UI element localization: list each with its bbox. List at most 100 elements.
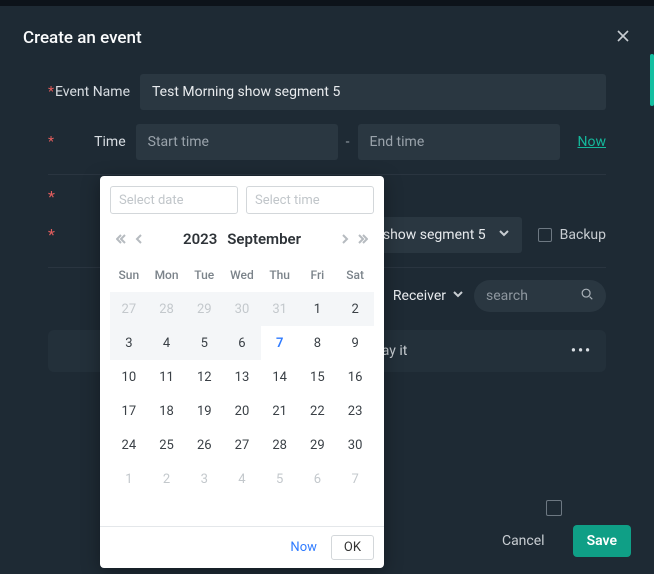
dp-day[interactable]: 5 bbox=[261, 462, 299, 496]
save-button[interactable]: Save bbox=[573, 525, 631, 557]
dp-day[interactable]: 19 bbox=[185, 394, 223, 428]
dp-day[interactable]: 28 bbox=[148, 292, 186, 326]
dp-day[interactable]: 21 bbox=[261, 394, 299, 428]
dp-day[interactable]: 29 bbox=[185, 292, 223, 326]
dp-year[interactable]: 2023 bbox=[183, 230, 217, 248]
receiver-controls: Receiver search bbox=[393, 280, 606, 312]
dp-day[interactable]: 31 bbox=[261, 292, 299, 326]
cancel-button[interactable]: Cancel bbox=[492, 526, 555, 556]
dp-day[interactable]: 26 bbox=[185, 428, 223, 462]
dp-day[interactable]: 18 bbox=[148, 394, 186, 428]
dp-day[interactable]: 22 bbox=[299, 394, 337, 428]
dp-weekday: Wed bbox=[223, 262, 261, 292]
required-marker bbox=[48, 187, 94, 207]
dp-calendar: SunMonTueWedThuFriSat 272829303112345678… bbox=[100, 254, 384, 526]
time-input-group: - Now bbox=[136, 124, 606, 160]
backup-label: Backup bbox=[560, 227, 606, 243]
dp-ok-button[interactable]: OK bbox=[331, 535, 374, 560]
dp-nav-prev bbox=[114, 232, 146, 246]
dp-day[interactable]: 7 bbox=[336, 462, 374, 496]
prev-month-button[interactable] bbox=[132, 232, 146, 246]
dp-day[interactable]: 6 bbox=[223, 326, 261, 360]
dp-day[interactable]: 30 bbox=[336, 428, 374, 462]
dp-nav: 2023 September bbox=[100, 220, 384, 254]
divider bbox=[48, 174, 606, 175]
dp-weekday: Fri bbox=[299, 262, 337, 292]
dp-day[interactable]: 20 bbox=[223, 394, 261, 428]
dp-day[interactable]: 30 bbox=[223, 292, 261, 326]
receiver-label-text: Receiver bbox=[393, 288, 446, 304]
dp-table: SunMonTueWedThuFriSat 272829303112345678… bbox=[110, 262, 374, 496]
dp-day[interactable]: 27 bbox=[223, 428, 261, 462]
next-year-button[interactable] bbox=[356, 232, 370, 246]
end-time-input[interactable] bbox=[358, 124, 560, 160]
chevron-left-icon bbox=[134, 234, 144, 244]
dp-title: 2023 September bbox=[183, 230, 301, 248]
dp-day[interactable]: 7 bbox=[261, 326, 299, 360]
chevron-right-icon bbox=[340, 234, 350, 244]
dp-day[interactable]: 4 bbox=[148, 326, 186, 360]
dp-day[interactable]: 23 bbox=[336, 394, 374, 428]
dp-day[interactable]: 17 bbox=[110, 394, 148, 428]
chevron-double-left-icon bbox=[116, 234, 126, 244]
dp-day[interactable]: 15 bbox=[299, 360, 337, 394]
dp-day[interactable]: 4 bbox=[223, 462, 261, 496]
dp-day[interactable]: 10 bbox=[110, 360, 148, 394]
dp-day[interactable]: 2 bbox=[148, 462, 186, 496]
dp-day[interactable]: 14 bbox=[261, 360, 299, 394]
dp-day[interactable]: 16 bbox=[336, 360, 374, 394]
receiver-search[interactable]: search bbox=[474, 280, 606, 312]
dp-input-row bbox=[100, 176, 384, 220]
dp-day[interactable]: 27 bbox=[110, 292, 148, 326]
dp-weekday: Mon bbox=[148, 262, 186, 292]
dp-day[interactable]: 28 bbox=[261, 428, 299, 462]
date-picker: 2023 September SunMonTueWedThuFriSat 272… bbox=[100, 176, 384, 568]
more-button[interactable]: ••• bbox=[571, 343, 592, 359]
event-name-input[interactable] bbox=[140, 74, 606, 110]
close-icon bbox=[615, 28, 631, 44]
create-event-modal: Create an event Event Name Time - Now bbox=[0, 0, 654, 574]
backup-checkbox[interactable] bbox=[538, 228, 552, 242]
dp-date-input[interactable] bbox=[110, 186, 238, 214]
dp-day[interactable]: 13 bbox=[223, 360, 261, 394]
dp-now-button[interactable]: Now bbox=[290, 540, 316, 555]
dp-day[interactable]: 12 bbox=[185, 360, 223, 394]
dp-day[interactable]: 6 bbox=[299, 462, 337, 496]
required-marker-2 bbox=[48, 225, 94, 245]
dp-day[interactable]: 11 bbox=[148, 360, 186, 394]
dp-day[interactable]: 8 bbox=[299, 326, 337, 360]
chevron-down-icon bbox=[452, 288, 464, 304]
row-event-name: Event Name bbox=[48, 74, 606, 110]
dp-day[interactable]: 1 bbox=[299, 292, 337, 326]
next-month-button[interactable] bbox=[338, 232, 352, 246]
dp-weekday: Thu bbox=[261, 262, 299, 292]
chevron-down-icon bbox=[498, 227, 510, 243]
dp-weekday: Sun bbox=[110, 262, 148, 292]
start-time-input[interactable] bbox=[136, 124, 338, 160]
label-event-name: Event Name bbox=[48, 84, 140, 100]
dp-day[interactable]: 25 bbox=[148, 428, 186, 462]
dp-day[interactable]: 24 bbox=[110, 428, 148, 462]
now-link[interactable]: Now bbox=[578, 134, 607, 150]
dp-weekday: Tue bbox=[185, 262, 223, 292]
label-time: Time bbox=[48, 134, 136, 150]
modal-title: Create an event bbox=[0, 6, 654, 48]
prev-year-button[interactable] bbox=[114, 232, 128, 246]
dp-day[interactable]: 9 bbox=[336, 326, 374, 360]
dp-time-input[interactable] bbox=[246, 186, 374, 214]
dp-month[interactable]: September bbox=[227, 230, 301, 248]
dp-day[interactable]: 3 bbox=[110, 326, 148, 360]
row-time: Time - Now bbox=[48, 124, 606, 160]
dp-day[interactable]: 1 bbox=[110, 462, 148, 496]
chevron-double-right-icon bbox=[358, 234, 368, 244]
dp-weekday: Sat bbox=[336, 262, 374, 292]
receiver-dropdown[interactable]: Receiver bbox=[393, 288, 464, 304]
dp-day[interactable]: 29 bbox=[299, 428, 337, 462]
dp-footer: Now OK bbox=[100, 526, 384, 568]
dp-day[interactable]: 5 bbox=[185, 326, 223, 360]
extra-checkbox[interactable] bbox=[546, 500, 562, 516]
dp-day[interactable]: 3 bbox=[185, 462, 223, 496]
dp-day[interactable]: 2 bbox=[336, 292, 374, 326]
close-button[interactable] bbox=[615, 28, 631, 44]
modal-body: Create an event Event Name Time - Now bbox=[0, 6, 654, 574]
